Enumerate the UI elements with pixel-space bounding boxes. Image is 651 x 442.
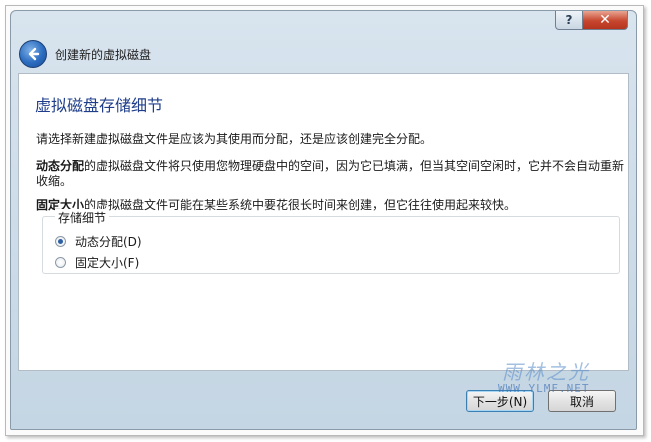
radio-fixed-label: 固定大小(F) [75, 256, 140, 270]
caption-buttons: ? ✕ [555, 11, 628, 30]
wizard-title: 创建新的虚拟磁盘 [55, 48, 152, 62]
title-bar: ? ✕ [11, 11, 636, 37]
help-button[interactable]: ? [555, 11, 583, 30]
radio-button-fixed[interactable] [55, 257, 66, 268]
wizard-footer: 下一步(N) 取消 [11, 371, 636, 429]
radio-button-dynamic[interactable] [55, 236, 66, 247]
back-arrow-icon [28, 47, 40, 61]
fixed-explanation: 的虚拟磁盘文件可能在某些系统中要花很长时间来创建，但它往往使用起来较快。 [84, 198, 517, 212]
group-legend: 存储细节 [55, 209, 110, 226]
radio-dynamic-label: 动态分配(D) [75, 235, 142, 249]
dynamic-description: 动态分配的虚拟磁盘文件将只使用您物理硬盘中的空间，因为它已填满，但当其空间空闲时… [36, 159, 626, 189]
page-heading: 虚拟磁盘存储细节 [35, 96, 164, 115]
radio-fixed[interactable]: 固定大小(F) [55, 254, 139, 271]
close-icon: ✕ [599, 12, 611, 28]
wizard-content: 虚拟磁盘存储细节 请选择新建虚拟磁盘文件是应该为其使用而分配，还是应该创建完全分… [18, 73, 629, 371]
storage-details-group: 存储细节 动态分配(D) 固定大小(F) [42, 209, 620, 274]
navigation-bar: 创建新的虚拟磁盘 [11, 37, 636, 73]
cancel-button[interactable]: 取消 [548, 390, 616, 412]
next-button[interactable]: 下一步(N) [466, 390, 534, 412]
dynamic-explanation: 的虚拟磁盘文件将只使用您物理硬盘中的空间，因为它已填满，但当其空间空闲时，它并不… [36, 159, 625, 188]
radio-dynamic[interactable]: 动态分配(D) [55, 233, 142, 250]
back-button[interactable] [19, 40, 47, 68]
help-icon: ? [565, 13, 573, 27]
wizard-window: ? ✕ 创建新的虚拟磁盘 虚拟磁盘存储细节 请选择新建虚拟磁盘文件是应该为其使用… [10, 10, 637, 430]
dynamic-term: 动态分配 [36, 159, 85, 173]
fixed-description: 固定大小的虚拟磁盘文件可能在某些系统中要花很长时间来创建，但它往往使用起来较快。 [36, 198, 626, 213]
close-button[interactable]: ✕ [583, 11, 628, 30]
radio-selected-dot [58, 239, 63, 244]
intro-text: 请选择新建虚拟磁盘文件是应该为其使用而分配，还是应该创建完全分配。 [36, 132, 433, 146]
